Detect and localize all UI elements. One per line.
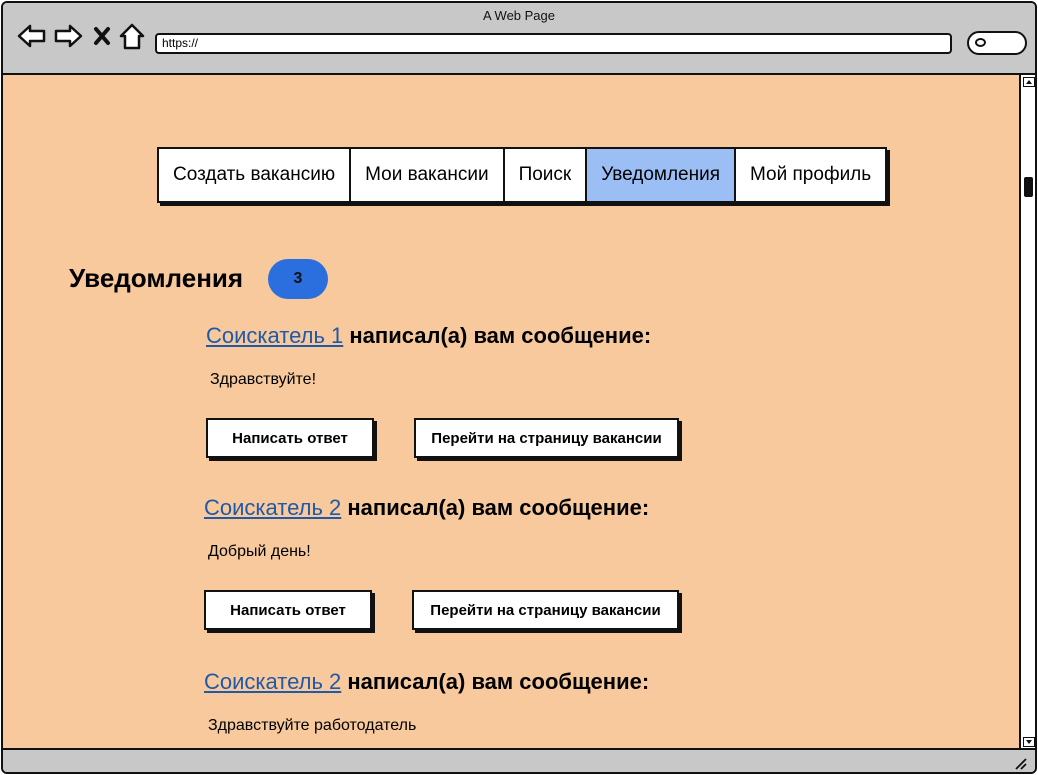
address-bar[interactable]: https://: [155, 33, 952, 54]
search-icon: [975, 38, 986, 47]
browser-window: A Web Page https:// Создать вакансию Мои…: [1, 1, 1037, 774]
notification-action-text: написал(а) вам сообщение:: [347, 495, 650, 520]
notification-action-text: написал(а) вам сообщение:: [347, 669, 650, 694]
reply-button[interactable]: Написать ответ: [204, 590, 372, 630]
home-icon[interactable]: [119, 23, 145, 51]
page-content: Создать вакансию Мои вакансии Поиск Увед…: [3, 75, 1019, 748]
scroll-up-arrow-icon[interactable]: [1023, 77, 1035, 87]
sender-link[interactable]: Соискатель 2: [204, 495, 341, 520]
open-vacancy-button[interactable]: Перейти на страницу вакансии: [412, 590, 679, 630]
tab-search[interactable]: Поиск: [504, 149, 588, 201]
scroll-down-arrow-icon[interactable]: [1023, 737, 1035, 747]
vertical-scrollbar[interactable]: [1019, 75, 1035, 749]
page-title: Уведомления: [69, 263, 244, 293]
reply-button[interactable]: Написать ответ: [206, 418, 374, 458]
notification-message: Добрый день!: [208, 543, 311, 560]
notification-message: Здравствуйте работодатель: [208, 717, 417, 734]
browser-titlebar: A Web Page https://: [3, 3, 1035, 75]
tab-notifications[interactable]: Уведомления: [587, 149, 737, 201]
tab-my-profile[interactable]: Мой профиль: [736, 149, 886, 201]
tab-my-vacancies[interactable]: Мои вакансии: [351, 149, 505, 201]
forward-arrow-icon[interactable]: [53, 23, 83, 49]
main-navigation: Создать вакансию Мои вакансии Поиск Увед…: [157, 147, 888, 203]
sender-link[interactable]: Соискатель 1: [206, 323, 343, 348]
notification-message: Здравствуйте!: [210, 371, 317, 388]
window-title: A Web Page: [482, 8, 556, 23]
browser-search-field[interactable]: [967, 31, 1027, 55]
sender-link[interactable]: Соискатель 2: [204, 669, 341, 694]
status-bar: [3, 748, 1035, 772]
notification-action-text: написал(а) вам сообщение:: [349, 323, 652, 348]
resize-grip-icon[interactable]: [1013, 756, 1027, 770]
notification-header: Соискатель 2 написал(а) вам сообщение:: [204, 669, 649, 695]
notification-header: Соискатель 1 написал(а) вам сообщение:: [206, 323, 651, 349]
scroll-thumb[interactable]: [1024, 177, 1033, 197]
notification-count-badge: 3: [268, 259, 328, 299]
back-arrow-icon[interactable]: [17, 23, 47, 49]
close-x-icon[interactable]: [93, 26, 111, 46]
open-vacancy-button[interactable]: Перейти на страницу вакансии: [414, 418, 679, 458]
notification-header: Соискатель 2 написал(а) вам сообщение:: [204, 495, 649, 521]
tab-create-vacancy[interactable]: Создать вакансию: [159, 149, 352, 201]
